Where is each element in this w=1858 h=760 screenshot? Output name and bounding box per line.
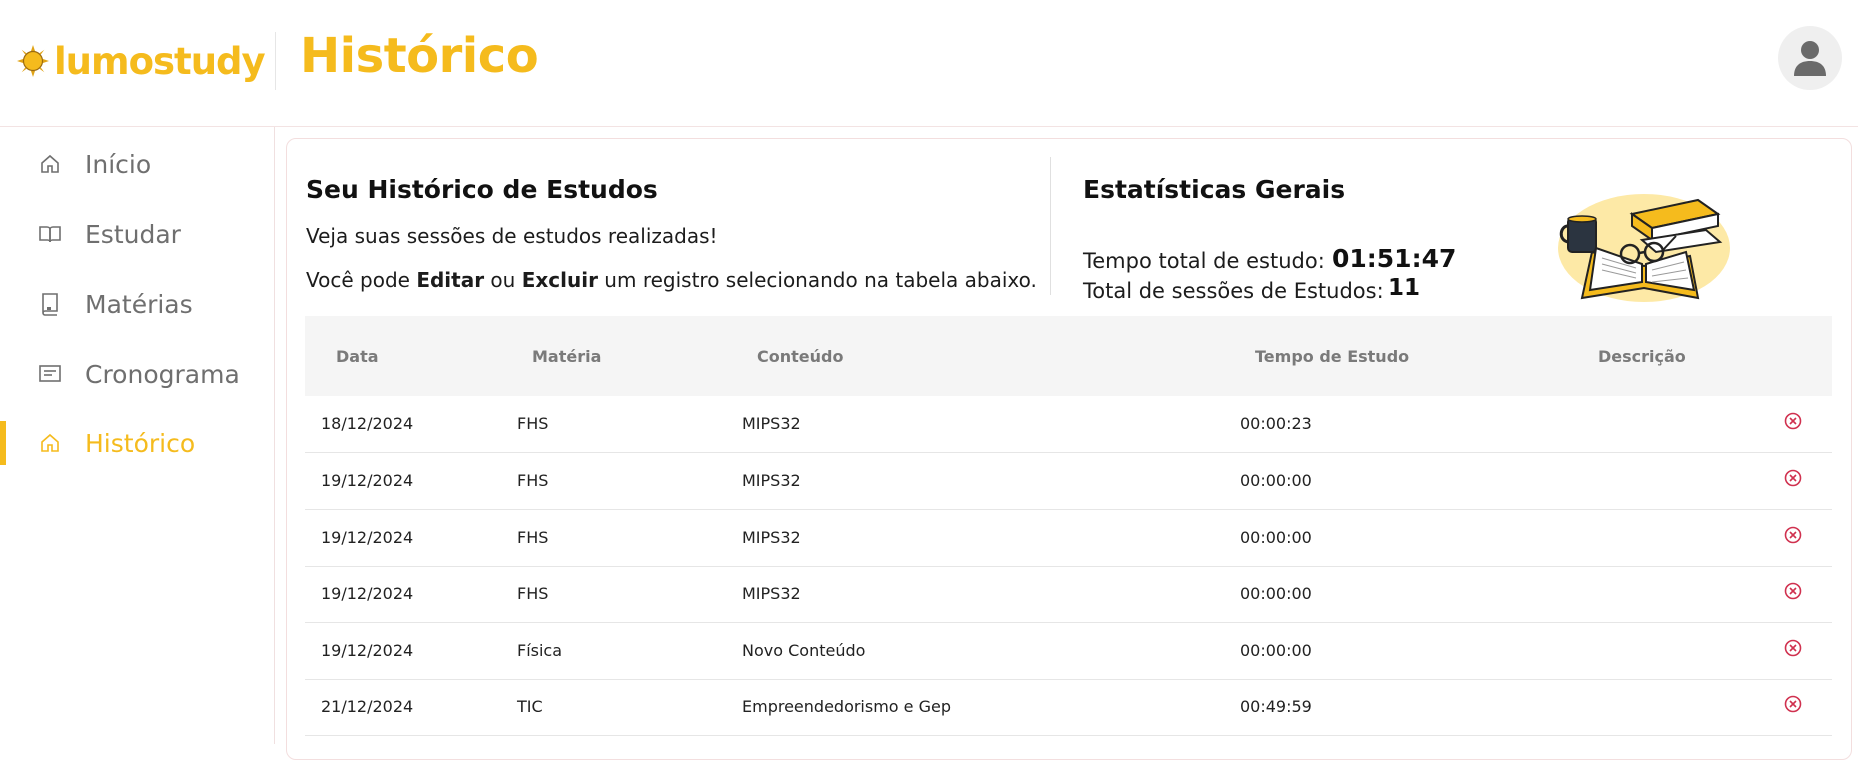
sidebar-item-estudar[interactable]: Estudar [0, 206, 274, 262]
sidebar-item-label: Histórico [85, 428, 196, 458]
cell-subject: TIC [517, 697, 543, 716]
hint-or: ou [484, 268, 522, 292]
cell-date: 19/12/2024 [321, 584, 414, 603]
section-divider [1050, 157, 1051, 295]
sidebar-item-cronograma[interactable]: Cronograma [0, 346, 274, 402]
sidebar-item-label: Cronograma [85, 359, 240, 389]
column-header-date: Data [336, 347, 379, 366]
cell-date: 19/12/2024 [321, 641, 414, 660]
table-row[interactable]: 19/12/2024 FHS MIPS32 00:00:00 [305, 510, 1832, 567]
cell-time: 00:00:00 [1240, 471, 1312, 490]
hint-edit: Editar [416, 268, 485, 292]
home-icon [38, 152, 62, 176]
column-header-subject: Matéria [532, 347, 602, 366]
logo-text: lumostudy [54, 39, 266, 83]
column-header-description: Descrição [1598, 347, 1686, 366]
table-row[interactable]: 19/12/2024 FHS MIPS32 00:00:00 [305, 453, 1832, 510]
hint-prefix: Você pode [306, 268, 417, 292]
table-row[interactable]: 21/12/2024 TIC Empreendedorismo e Gep 00… [305, 679, 1832, 736]
notebook-icon [38, 292, 62, 316]
total-time-label: Tempo total de estudo: [1083, 249, 1325, 273]
cell-content: MIPS32 [742, 471, 801, 490]
cell-time: 00:00:00 [1240, 641, 1312, 660]
books-coffee-illustration [1558, 194, 1730, 302]
cell-date: 21/12/2024 [321, 697, 414, 716]
top-header: lumostudy Histórico [0, 0, 1858, 127]
close-circle-icon[interactable] [1783, 638, 1803, 658]
column-header-time: Tempo de Estudo [1255, 347, 1410, 366]
schedule-icon [38, 362, 62, 386]
history-subtitle: Veja suas sessões de estudos realizadas! [306, 224, 718, 248]
cell-subject: Física [517, 641, 563, 660]
sun-icon [17, 45, 49, 77]
table-row[interactable]: 19/12/2024 Física Novo Conteúdo 00:00:00 [305, 623, 1832, 680]
user-avatar[interactable] [1778, 26, 1842, 90]
history-hint: Você pode Editar ou Excluir um registro … [306, 268, 1037, 292]
cell-subject: FHS [517, 528, 549, 547]
cell-subject: FHS [517, 471, 549, 490]
header-divider [275, 32, 276, 90]
sidebar-item-materias[interactable]: Matérias [0, 276, 274, 332]
total-time-value: 01:51:47 [1332, 244, 1457, 273]
table-row[interactable]: 19/12/2024 FHS MIPS32 00:00:00 [305, 566, 1832, 623]
user-avatar-icon [1794, 41, 1826, 76]
sidebar-item-inicio[interactable]: Início [0, 136, 274, 192]
cell-time: 00:00:00 [1240, 584, 1312, 603]
stats-title: Estatísticas Gerais [1083, 175, 1346, 204]
sidebar-item-label: Estudar [85, 219, 181, 249]
close-circle-icon[interactable] [1783, 581, 1803, 601]
close-circle-icon[interactable] [1783, 468, 1803, 488]
cell-subject: FHS [517, 584, 549, 603]
cell-time: 00:00:23 [1240, 414, 1312, 433]
cell-date: 18/12/2024 [321, 414, 414, 433]
sidebar-item-label: Matérias [85, 289, 193, 319]
cell-content: Novo Conteúdo [742, 641, 866, 660]
hint-suffix: um registro selecionando na tabela abaix… [597, 268, 1037, 292]
table-row[interactable]: 18/12/2024 FHS MIPS32 00:00:23 [305, 396, 1832, 453]
cell-content: MIPS32 [742, 584, 801, 603]
home-icon [38, 431, 62, 455]
sidebar-item-historico[interactable]: Histórico [0, 415, 274, 471]
close-circle-icon[interactable] [1783, 694, 1803, 714]
sidebar-item-label: Início [85, 149, 152, 179]
logo[interactable]: lumostudy [16, 36, 266, 86]
cell-content: MIPS32 [742, 528, 801, 547]
cell-date: 19/12/2024 [321, 528, 414, 547]
sidebar: Início Estudar Matérias Cronograma Histó… [0, 127, 275, 744]
column-header-content: Conteúdo [757, 347, 844, 366]
cell-date: 19/12/2024 [321, 471, 414, 490]
cell-time: 00:00:00 [1240, 528, 1312, 547]
book-open-icon [38, 222, 62, 246]
cell-content: MIPS32 [742, 414, 801, 433]
hint-delete: Excluir [521, 268, 598, 292]
total-sessions-value: 11 [1388, 275, 1421, 301]
total-sessions-label: Total de sessões de Estudos: [1083, 279, 1384, 303]
cell-subject: FHS [517, 414, 549, 433]
cell-content: Empreendedorismo e Gep [742, 697, 951, 716]
page-title: Histórico [300, 28, 539, 84]
close-circle-icon[interactable] [1783, 411, 1803, 431]
cell-time: 00:49:59 [1240, 697, 1312, 716]
history-title: Seu Histórico de Estudos [306, 175, 658, 204]
close-circle-icon[interactable] [1783, 525, 1803, 545]
table-header: Data Matéria Conteúdo Tempo de Estudo De… [305, 316, 1832, 396]
